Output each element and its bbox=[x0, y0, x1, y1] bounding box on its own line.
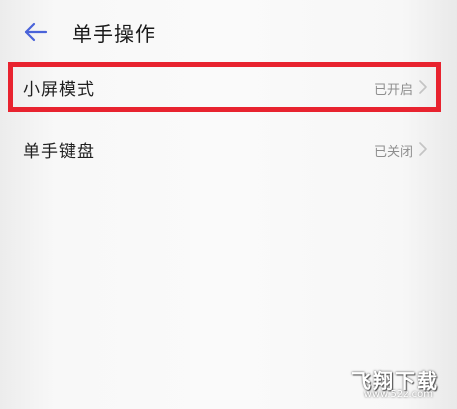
setting-status: 已关闭 bbox=[373, 145, 413, 160]
setting-row-one-hand-keyboard[interactable]: 单手键盘 已关闭 bbox=[0, 124, 457, 174]
setting-label: 单手键盘 bbox=[23, 142, 95, 162]
chevron-right-icon bbox=[419, 142, 427, 156]
watermark-url: www.52z.com bbox=[363, 389, 433, 400]
header-bar: 单手操作 bbox=[0, 0, 457, 62]
back-button[interactable] bbox=[16, 14, 56, 50]
setting-label: 小屏模式 bbox=[23, 80, 95, 100]
chevron-right-icon bbox=[419, 80, 427, 94]
screen: 单手操作 小屏模式 已开启 单手键盘 已关闭 飞翔下载 www.52z.com bbox=[0, 0, 457, 409]
watermark: 飞翔下载 www.52z.com bbox=[327, 365, 447, 405]
setting-row-small-screen-mode[interactable]: 小屏模式 已开启 bbox=[0, 62, 457, 112]
page-title: 单手操作 bbox=[72, 22, 156, 46]
back-arrow-icon bbox=[24, 22, 48, 42]
setting-status: 已开启 bbox=[373, 83, 413, 98]
